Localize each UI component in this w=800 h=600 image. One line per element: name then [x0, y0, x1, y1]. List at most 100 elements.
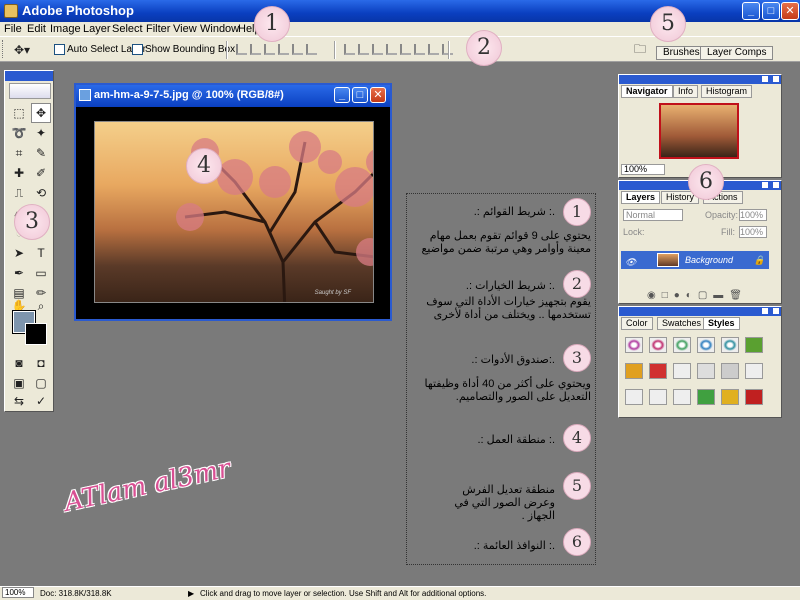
menu-edit[interactable]: Edit [27, 22, 46, 36]
crop-tool-icon[interactable]: ⌗ [9, 143, 29, 163]
marquee-tool-icon[interactable]: ⬚ [9, 103, 29, 123]
magic-wand-icon[interactable]: ✦ [31, 123, 51, 143]
watermark-logo: ATlam al3mr [61, 453, 234, 518]
tab-layer-comps[interactable]: Layer Comps [700, 46, 774, 60]
style-swatch[interactable] [625, 337, 643, 353]
style-swatch[interactable] [697, 337, 715, 353]
style-swatch[interactable] [697, 389, 715, 405]
menu-image[interactable]: Image [50, 22, 81, 36]
type-tool-icon[interactable]: T [31, 243, 51, 263]
tab-navigator[interactable]: Navigator [621, 85, 673, 98]
eye-icon[interactable]: 👁 [625, 253, 636, 271]
style-swatch[interactable] [673, 337, 691, 353]
align-buttons[interactable] [236, 44, 317, 56]
show-bounding-checkbox[interactable] [132, 44, 143, 55]
standard-mode-icon[interactable]: ◙ [9, 353, 29, 373]
style-swatch[interactable] [673, 363, 691, 379]
toolbox: ⬚ ✥ ➰ ✦ ⌗ ✎ ✚ ✐ ⎍ ⟲ ▱ ◭ ◔ ◕ ➤ T ✒ ▭ ▤ ✏ … [4, 70, 54, 412]
opacity-field[interactable]: 100% [739, 209, 767, 221]
navigator-thumbnail[interactable] [659, 103, 739, 159]
document-icon [79, 89, 91, 101]
path-select-icon[interactable]: ➤ [9, 243, 29, 263]
style-swatch[interactable] [745, 363, 763, 379]
status-arrow-icon[interactable]: ▶ [188, 587, 194, 600]
tab-swatches[interactable]: Swatches [657, 317, 707, 330]
annotation-heading: .: شريط القوائم :. [473, 206, 555, 218]
slice-tool-icon[interactable]: ✎ [31, 143, 51, 163]
menu-layer[interactable]: Layer [83, 22, 111, 36]
style-swatch[interactable] [721, 337, 739, 353]
layer-row-background[interactable]: 👁 Background 🔒 [621, 251, 769, 269]
doc-close-button[interactable]: ✕ [370, 87, 386, 103]
doc-maximize-button[interactable]: □ [352, 87, 368, 103]
style-swatch[interactable] [625, 389, 643, 405]
doc-minimize-button[interactable]: _ [334, 87, 350, 103]
navigator-zoom-field[interactable]: 100% [621, 164, 665, 175]
distribute-buttons[interactable] [344, 44, 453, 56]
opacity-label: Opacity: [705, 210, 739, 220]
style-swatch[interactable] [697, 363, 715, 379]
menu-select[interactable]: Select [112, 22, 143, 36]
maximize-button[interactable]: □ [762, 2, 780, 20]
close-button[interactable]: ✕ [781, 2, 799, 20]
marker-3: 3 [14, 204, 50, 240]
shape-tool-icon[interactable]: ▭ [31, 263, 51, 283]
blend-mode-select[interactable]: Normal [623, 209, 683, 221]
tab-histogram[interactable]: Histogram [701, 85, 753, 98]
tab-color[interactable]: Color [621, 317, 653, 330]
fill-field[interactable]: 100% [739, 226, 767, 238]
menu-window[interactable]: Window [200, 22, 239, 36]
menu-file[interactable]: File [4, 22, 22, 36]
styles-panel: Color Swatches Styles [618, 306, 782, 418]
style-swatch[interactable] [625, 363, 643, 379]
toolbox-header[interactable] [5, 71, 53, 81]
background-color-swatch[interactable] [25, 323, 47, 345]
menu-filter[interactable]: Filter [146, 22, 170, 36]
move-tool-preset-icon[interactable]: ✥▾ [12, 40, 32, 60]
annotation-box: 1 .: شريط القوائم :. يحتوي على 9 قوائم ت… [406, 193, 596, 565]
quick-mask-icon[interactable]: ◘ [31, 353, 51, 373]
tab-layers[interactable]: Layers [621, 191, 661, 204]
feather-logo-icon[interactable] [9, 83, 51, 99]
status-hint: Click and drag to move layer or selectio… [200, 589, 487, 598]
auto-select-checkbox[interactable] [54, 44, 65, 55]
tab-styles[interactable]: Styles [703, 317, 740, 330]
style-swatch[interactable] [745, 389, 763, 405]
document-titlebar[interactable]: am-hm-a-9-7-5.jpg @ 100% (RGB/8#) _ □ ✕ [76, 85, 390, 107]
style-swatch[interactable] [649, 363, 667, 379]
style-swatch[interactable] [649, 337, 667, 353]
minimize-button[interactable]: _ [742, 2, 760, 20]
style-swatch[interactable] [649, 389, 667, 405]
layer-footer-buttons[interactable]: ◉□●◐▢▬🗑 [647, 290, 748, 301]
marker-1: 1 [254, 6, 290, 42]
healing-brush-icon[interactable]: ✚ [9, 163, 29, 183]
file-browser-icon[interactable]: 🗀 [630, 40, 650, 60]
panel-header[interactable] [619, 307, 781, 316]
clone-stamp-icon[interactable]: ⎍ [9, 183, 29, 203]
style-swatch[interactable] [721, 363, 739, 379]
app-title: Adobe Photoshop [22, 3, 134, 18]
menu-view[interactable]: View [173, 22, 197, 36]
photoshop-icon [4, 4, 18, 18]
style-swatch[interactable] [745, 337, 763, 353]
panel-header[interactable] [619, 75, 781, 84]
pen-tool-icon[interactable]: ✒ [9, 263, 29, 283]
style-swatch[interactable] [673, 389, 691, 405]
imageready-icon[interactable]: ✓ [31, 391, 51, 411]
screen-mode-icon[interactable]: ▣ [9, 373, 29, 393]
styles-tabs: Color Swatches Styles [619, 316, 781, 330]
canvas-image[interactable]: Saught by SF [94, 121, 374, 303]
jump-to-imageready-icon[interactable]: ⇆ [9, 391, 29, 411]
move-tool-icon[interactable]: ✥ [31, 103, 51, 123]
doc-size[interactable]: Doc: 318.8K/318.8K [40, 587, 112, 600]
style-swatch[interactable] [721, 389, 739, 405]
tab-info[interactable]: Info [673, 85, 699, 98]
options-grip[interactable] [2, 40, 5, 58]
document-window: am-hm-a-9-7-5.jpg @ 100% (RGB/8#) _ □ ✕ … [74, 83, 392, 321]
marker-5: 5 [650, 6, 686, 42]
history-brush-icon[interactable]: ⟲ [31, 183, 51, 203]
status-zoom-field[interactable]: 100% [2, 587, 34, 598]
brush-tool-icon[interactable]: ✐ [31, 163, 51, 183]
fullscreen-mode-icon[interactable]: ▢ [31, 373, 51, 393]
lasso-tool-icon[interactable]: ➰ [9, 123, 29, 143]
